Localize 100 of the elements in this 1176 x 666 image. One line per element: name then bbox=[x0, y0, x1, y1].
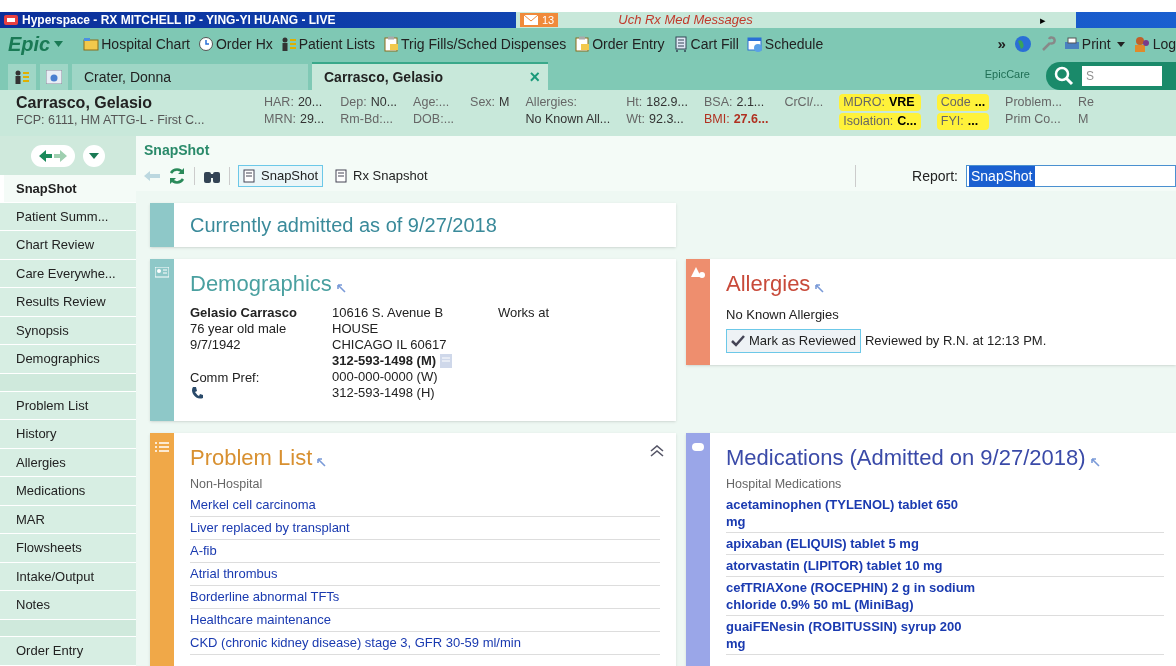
window-button[interactable] bbox=[40, 64, 68, 90]
sidebar-item[interactable]: Patient Summ... bbox=[0, 202, 136, 232]
sidebar-item[interactable]: Medications bbox=[0, 477, 136, 506]
header-field[interactable]: Rm-Bd:... bbox=[340, 111, 398, 128]
envelope-icon bbox=[524, 15, 538, 25]
toolbar-button[interactable]: Trig Fills/Sched Dispenses bbox=[383, 33, 567, 55]
report-button[interactable]: Rx Snapshot bbox=[331, 165, 432, 187]
problem-link[interactable]: Atrial thrombus bbox=[190, 562, 660, 586]
document-icon bbox=[335, 169, 350, 183]
problem-link[interactable]: CKD (chronic kidney disease) stage 3, GFR 30-59 ml/min bbox=[190, 631, 660, 655]
section-label: Hospital Medications bbox=[726, 476, 843, 493]
sidebar-item[interactable]: Demographics bbox=[0, 345, 136, 374]
patient-name: Carrasco, Gelasio bbox=[16, 94, 154, 112]
header-field[interactable]: Sex: M bbox=[470, 94, 510, 111]
search-field[interactable]: S bbox=[1046, 62, 1176, 90]
sidebar-item[interactable]: Problem List bbox=[0, 391, 136, 421]
sidebar-item[interactable]: Allergies bbox=[0, 448, 136, 478]
header-field[interactable]: Age:... bbox=[413, 94, 455, 111]
pill-icon bbox=[691, 441, 705, 453]
app-name: EpicCare bbox=[984, 66, 1030, 82]
sidebar-item[interactable]: Intake/Output bbox=[0, 562, 136, 592]
toolbar-button[interactable]: Hospital Chart bbox=[83, 33, 190, 55]
header-field[interactable]: DOB:... bbox=[413, 111, 455, 128]
report-button[interactable]: SnapShot bbox=[238, 165, 324, 187]
activity-title: SnapShot bbox=[144, 141, 211, 160]
header-field[interactable]: CrCl/... bbox=[784, 94, 824, 111]
medication-link[interactable]: atorvastatin (LIPITOR) tablet 10 mg bbox=[726, 556, 977, 574]
patient-tab[interactable]: Carrasco, Gelasio × bbox=[312, 62, 548, 90]
toolbar-button[interactable]: Order Hx bbox=[197, 33, 273, 55]
problem-link[interactable]: Liver replaced by transplant bbox=[190, 516, 660, 540]
header-field[interactable]: Prim Co... bbox=[1005, 111, 1063, 128]
dropdown-button[interactable] bbox=[83, 144, 105, 167]
patient-tab[interactable]: Crater, Donna bbox=[72, 64, 308, 90]
problem-link[interactable]: Borderline abnormal TFTs bbox=[190, 585, 660, 609]
problem-link[interactable]: Healthcare maintenance bbox=[190, 608, 660, 632]
collapse-icon bbox=[650, 445, 664, 457]
sidebar-item[interactable]: Notes bbox=[0, 591, 136, 620]
search-icon bbox=[1054, 66, 1074, 86]
sidebar-item[interactable]: MAR bbox=[0, 505, 136, 535]
header-field[interactable]: Wt: 92.3... bbox=[626, 111, 688, 128]
link-arrow-icon bbox=[335, 283, 346, 293]
employer-label: Works at bbox=[498, 305, 550, 321]
admission-status-text: Currently admitted as of 9/27/2018 bbox=[190, 213, 497, 238]
header-field[interactable]: Allergies: bbox=[525, 94, 611, 111]
header-field[interactable]: No Known All... bbox=[525, 111, 611, 128]
reviewed-note: Reviewed by R.N. at 12:13 PM. bbox=[864, 331, 1047, 350]
header-field[interactable]: FYI: ... bbox=[936, 113, 990, 130]
more-button[interactable]: » bbox=[997, 32, 1006, 56]
sidebar-item[interactable]: Synopsis bbox=[0, 316, 136, 346]
id-card-icon bbox=[155, 267, 169, 279]
header-field[interactable]: Dep: N0... bbox=[340, 94, 398, 111]
header-field[interactable]: HAR: 20... bbox=[264, 94, 325, 111]
phone-number: 312-593-1498 (M) bbox=[332, 353, 437, 369]
arrow-icon[interactable]: ▸ bbox=[1040, 12, 1046, 28]
problem-link[interactable]: A-fib bbox=[190, 539, 660, 563]
toolbar-button[interactable]: Patient Lists bbox=[280, 33, 375, 55]
medication-link[interactable]: cefTRIAXone (ROCEPHIN) 2 g in sodium chloride 0.9% 50 mL (MiniBag) bbox=[726, 578, 977, 613]
sidebar-item[interactable]: Order Entry bbox=[0, 637, 136, 666]
age-sex: 76 year old male bbox=[190, 321, 288, 337]
folder-icon bbox=[83, 36, 100, 52]
mark-reviewed-button[interactable]: Mark as Reviewed bbox=[726, 328, 861, 353]
report-field[interactable]: SnapShot bbox=[966, 165, 1176, 187]
people-icon bbox=[1132, 36, 1151, 52]
document-icon bbox=[243, 169, 257, 183]
sidebar-item[interactable]: Chart Review bbox=[0, 231, 136, 260]
message-label[interactable]: Uch Rx Med Messages bbox=[618, 12, 753, 28]
header-field[interactable]: MRN: 29... bbox=[264, 111, 325, 128]
calendar-icon bbox=[746, 36, 763, 52]
log-button[interactable]: Log bbox=[1132, 33, 1176, 55]
section-title: Problem List bbox=[190, 445, 313, 471]
header-field[interactable]: Code ... bbox=[936, 94, 990, 111]
list-icon bbox=[155, 441, 169, 453]
sidebar-item[interactable]: History bbox=[0, 420, 136, 449]
sidebar-item[interactable]: SnapShot bbox=[0, 175, 136, 203]
header-field[interactable]: BMI: 27.6... bbox=[703, 111, 769, 128]
medication-link[interactable]: guaiFENesin (ROBITUSSIN) syrup 200 mg bbox=[726, 617, 977, 652]
medication-link[interactable]: apixaban (ELIQUIS) tablet 5 mg bbox=[726, 534, 977, 552]
problem-link[interactable]: Merkel cell carcinoma bbox=[190, 493, 660, 517]
report-label: Report: bbox=[912, 166, 958, 186]
toolbar-button[interactable]: Schedule bbox=[746, 33, 824, 55]
card-stripe bbox=[150, 203, 174, 247]
sidebar-item[interactable]: Care Everywhe... bbox=[0, 259, 136, 289]
medication-link[interactable]: acetaminophen (TYLENOL) tablet 650 mg bbox=[726, 495, 977, 530]
sidebar-item[interactable]: Results Review bbox=[0, 288, 136, 317]
header-field[interactable]: BSA: 2.1... bbox=[703, 94, 769, 111]
header-field[interactable]: Problem... bbox=[1005, 94, 1063, 111]
header-field[interactable]: Ht: 182.9... bbox=[626, 94, 688, 111]
header-field[interactable]: M bbox=[1078, 111, 1095, 128]
header-field[interactable]: MDRO: VRE bbox=[839, 94, 921, 111]
header-field[interactable]: Isolation: C... bbox=[839, 113, 921, 130]
toolbar-button[interactable]: Order Entry bbox=[574, 33, 665, 55]
header-field[interactable]: Re bbox=[1078, 94, 1095, 111]
globe-icon bbox=[1013, 35, 1032, 53]
sidebar-item[interactable]: Flowsheets bbox=[0, 534, 136, 563]
back-button[interactable] bbox=[31, 144, 75, 167]
link-arrow-icon bbox=[316, 457, 327, 467]
toolbar-button[interactable]: Cart Fill bbox=[672, 33, 739, 55]
patient-list-button[interactable] bbox=[8, 64, 36, 90]
phone-number: 312-593-1498 (H) bbox=[332, 385, 435, 401]
print-button[interactable]: Print bbox=[1063, 33, 1125, 55]
